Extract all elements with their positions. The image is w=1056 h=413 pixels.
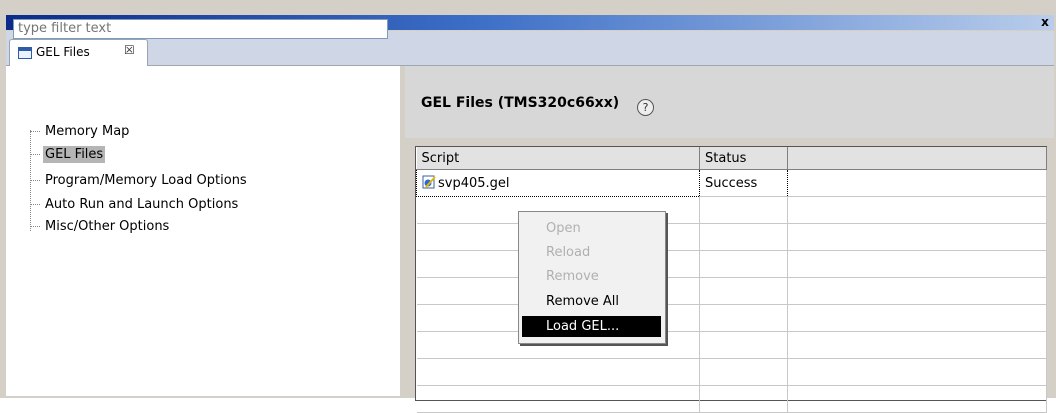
table-row xyxy=(416,385,1047,413)
column-header-script[interactable]: Script xyxy=(416,147,700,170)
tab-gel-files[interactable]: GEL Files ☒ xyxy=(9,39,148,66)
table-row xyxy=(416,331,1047,359)
script-name: svp405.gel xyxy=(438,176,510,191)
view-icon xyxy=(18,47,32,59)
menu-item-load-gel[interactable]: Load GEL... xyxy=(522,316,661,337)
tree-item-gel-files[interactable]: GEL Files xyxy=(30,145,106,165)
main-window: x GEL Files ☒ Memory Map GEL Files Progr… xyxy=(0,0,1056,413)
table-row xyxy=(416,196,1047,224)
table-row xyxy=(416,304,1047,332)
gel-files-table: Script Status svp405.gel Success xyxy=(415,146,1047,413)
close-icon[interactable]: x xyxy=(1038,15,1052,29)
page-title: GEL Files (TMS320c66xx) xyxy=(421,95,620,111)
script-cell[interactable]: svp405.gel xyxy=(416,169,700,197)
gel-files-panel: GEL Files (TMS320c66xx) ? Script Status xyxy=(405,66,1054,413)
table-row xyxy=(416,277,1047,305)
table-row xyxy=(416,250,1047,278)
filter-input[interactable] xyxy=(13,19,388,39)
table-row xyxy=(416,358,1047,386)
menu-item-remove-all[interactable]: Remove All xyxy=(522,291,661,312)
context-menu: Open Reload Remove Remove All Load GEL..… xyxy=(518,211,666,344)
empty-cell xyxy=(787,169,1047,197)
menu-item-remove[interactable]: Remove xyxy=(522,266,661,287)
tab-label: GEL Files xyxy=(36,45,90,59)
column-header-status[interactable]: Status xyxy=(699,147,788,170)
tree-item-misc-other-options[interactable]: Misc/Other Options xyxy=(30,217,171,237)
column-header-empty[interactable] xyxy=(787,147,1047,170)
tree-item-program-memory-load-options[interactable]: Program/Memory Load Options xyxy=(30,171,249,191)
tab-close-icon[interactable]: ☒ xyxy=(124,43,135,57)
tree-item-memory-map[interactable]: Memory Map xyxy=(30,122,131,142)
menu-item-reload[interactable]: Reload xyxy=(522,242,661,263)
table-row[interactable]: svp405.gel Success xyxy=(416,169,1047,197)
panel-header: GEL Files (TMS320c66xx) ? xyxy=(405,66,1054,138)
help-icon[interactable]: ? xyxy=(637,99,654,116)
tree-item-auto-run-and-launch-options[interactable]: Auto Run and Launch Options xyxy=(30,195,240,215)
status-cell: Success xyxy=(699,169,788,197)
menu-item-open[interactable]: Open xyxy=(522,218,661,239)
gel-file-icon xyxy=(422,175,436,189)
table-row xyxy=(416,223,1047,251)
